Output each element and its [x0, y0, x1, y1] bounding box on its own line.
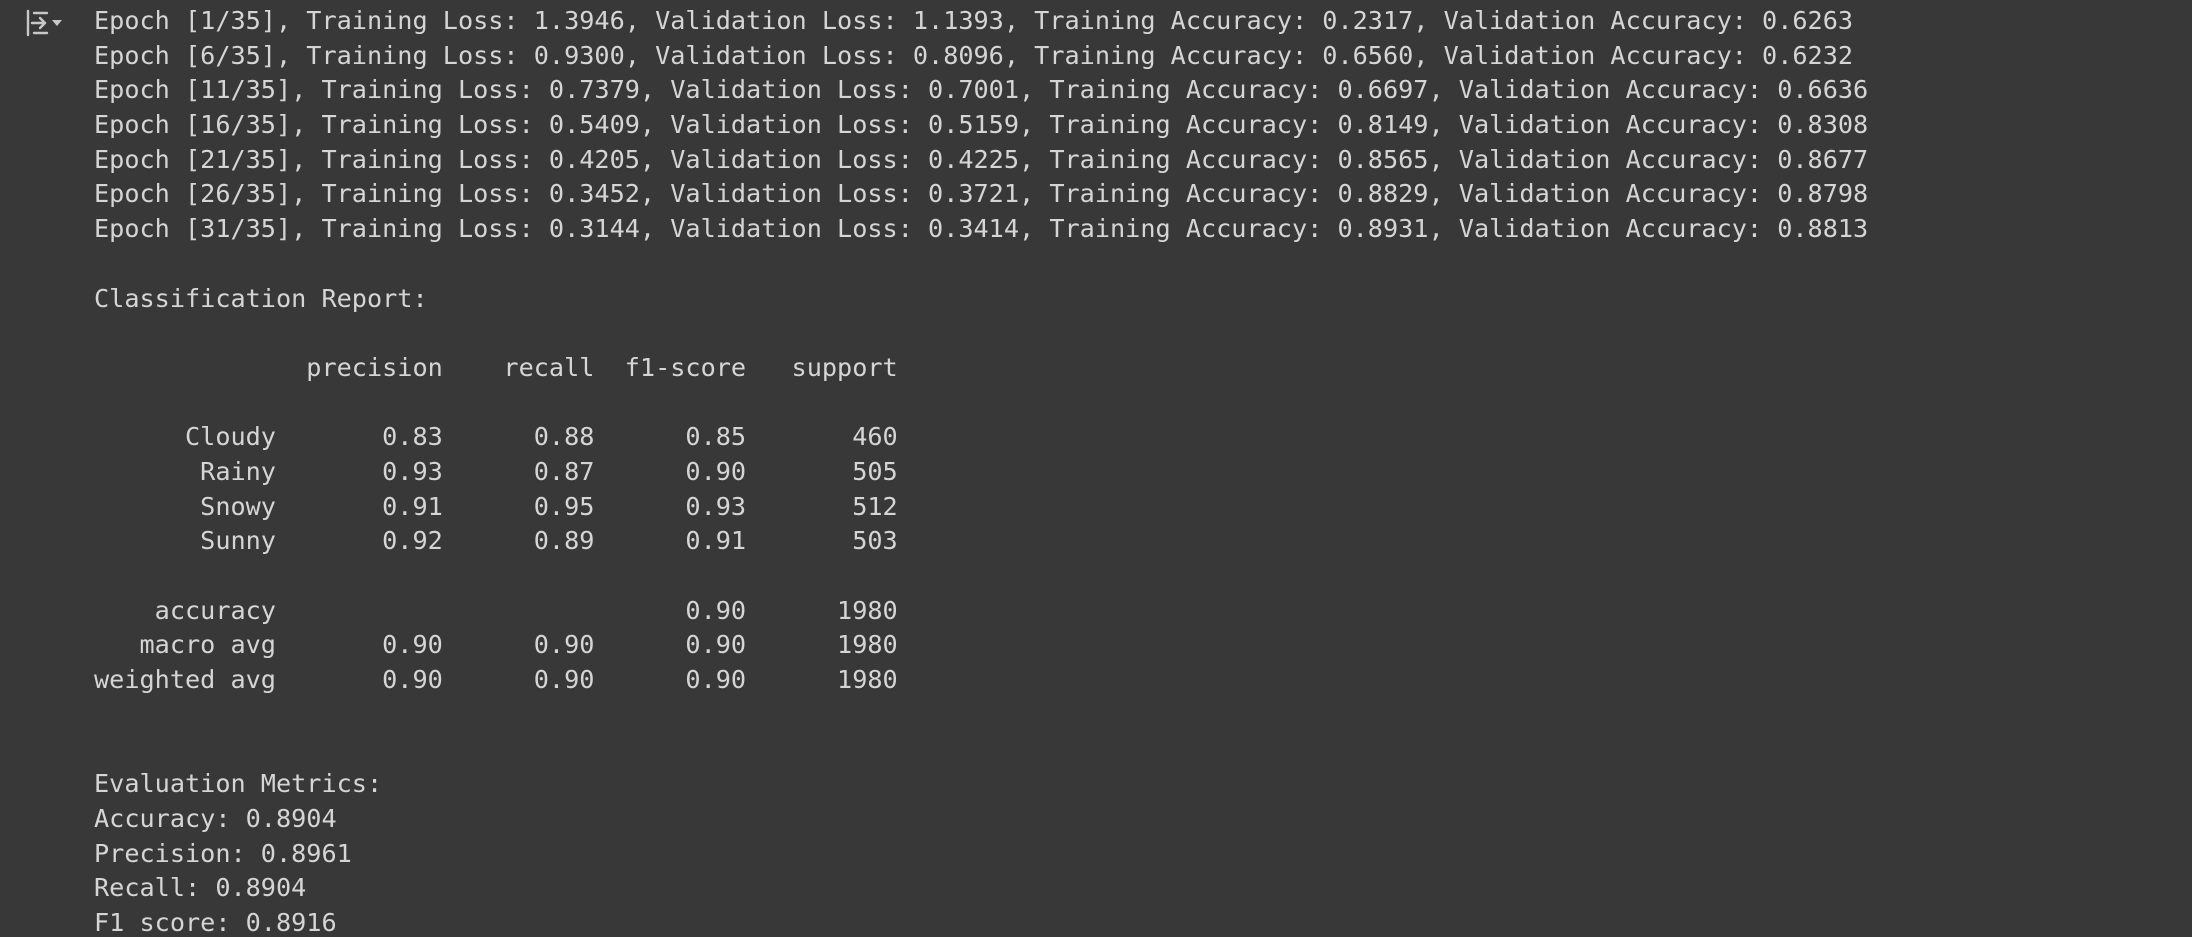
metrics-title: Evaluation Metrics: — [94, 769, 383, 799]
report-row-snowy: Snowy 0.91 0.95 0.93 512 — [94, 491, 898, 521]
output-collapse-icon — [25, 8, 65, 38]
output-line-blank — [94, 316, 2154, 351]
report-row-rainy: Rainy 0.93 0.87 0.90 505 — [94, 456, 898, 486]
metric-f1-score: F1_score: 0.8916 — [94, 907, 337, 934]
report-row-macro-avg: macro avg 0.90 0.90 0.90 1980 — [94, 630, 898, 660]
output-line-blank — [94, 698, 2154, 733]
metric-recall: Recall: 0.8904 — [94, 873, 307, 903]
output-collapse-button[interactable] — [24, 6, 66, 40]
output-line-blank — [94, 559, 2154, 594]
report-row-accuracy: accuracy 0.90 1980 — [94, 595, 898, 625]
output-line-epoch-1: Epoch [1/35], Training Loss: 1.3946, Val… — [94, 6, 1854, 35]
output-line-blank — [94, 732, 2154, 767]
report-header-row: precision recall f1-score support — [94, 352, 898, 382]
output-line-epoch-21: Epoch [21/35], Training Loss: 0.4205, Va… — [94, 144, 1869, 174]
output-line-epoch-31: Epoch [31/35], Training Loss: 0.3144, Va… — [94, 214, 1869, 244]
report-row-weighted-avg: weighted avg 0.90 0.90 0.90 1980 — [94, 665, 898, 695]
output-line-blank — [94, 386, 2154, 421]
output-line-epoch-11: Epoch [11/35], Training Loss: 0.7379, Va… — [94, 75, 1869, 105]
output-text: Epoch [1/35], Training Loss: 1.3946, Val… — [94, 4, 2154, 934]
metric-precision: Precision: 0.8961 — [94, 838, 352, 868]
cell-output-area: Epoch [1/35], Training Loss: 1.3946, Val… — [94, 4, 2154, 934]
output-line-epoch-26: Epoch [26/35], Training Loss: 0.3452, Va… — [94, 179, 1869, 209]
output-line-blank — [94, 247, 2154, 282]
report-row-cloudy: Cloudy 0.83 0.88 0.85 460 — [94, 422, 898, 452]
output-line-epoch-6: Epoch [6/35], Training Loss: 0.9300, Val… — [94, 40, 1854, 70]
report-row-sunny: Sunny 0.92 0.89 0.91 503 — [94, 526, 898, 556]
metric-accuracy: Accuracy: 0.8904 — [94, 803, 337, 833]
report-title: Classification Report: — [94, 283, 428, 313]
output-line-epoch-16: Epoch [16/35], Training Loss: 0.5409, Va… — [94, 110, 1869, 140]
